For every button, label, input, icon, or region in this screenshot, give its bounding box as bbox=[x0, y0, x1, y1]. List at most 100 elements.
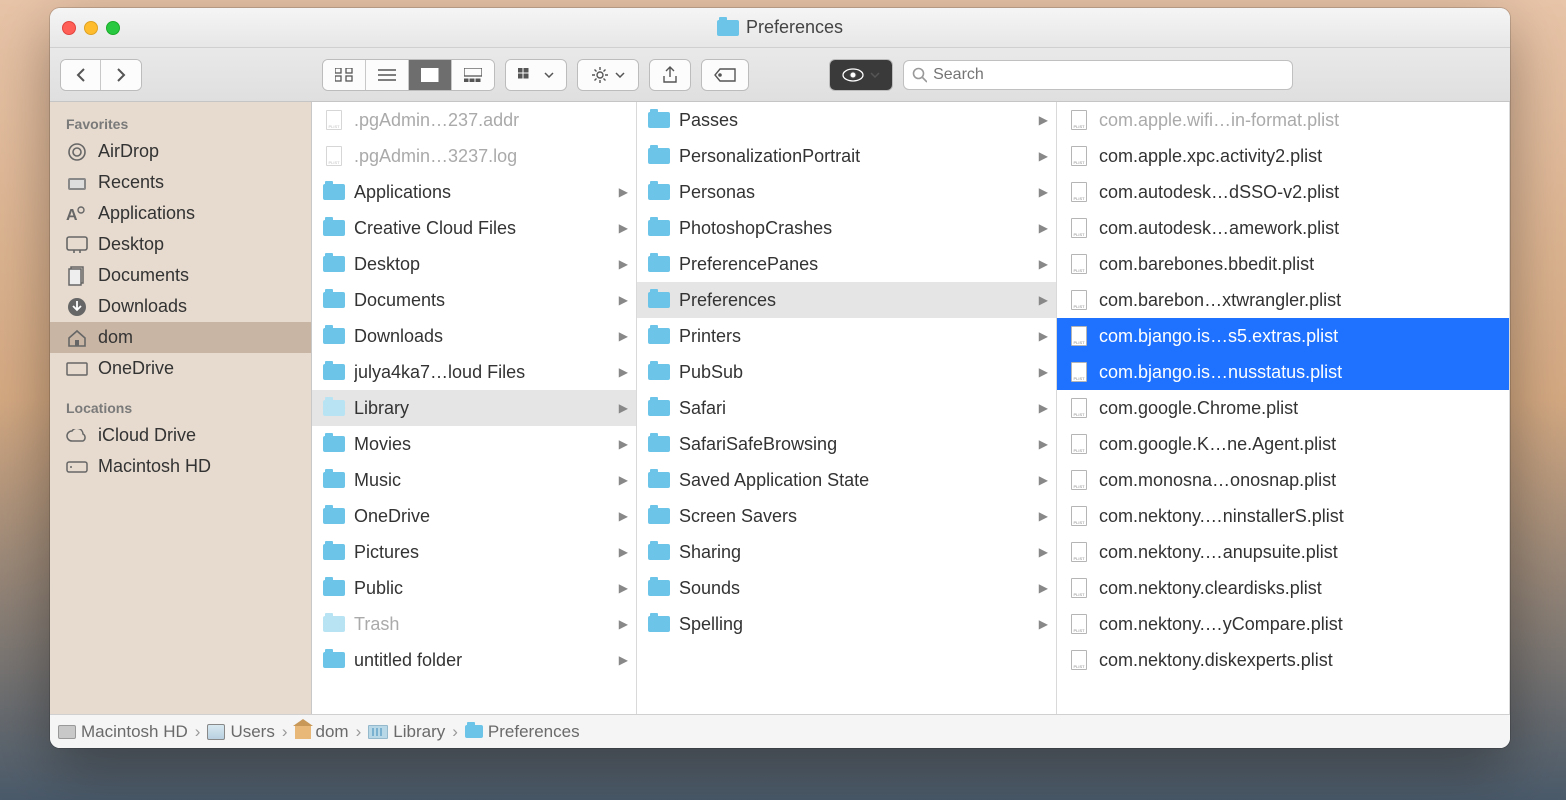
list-item[interactable]: com.google.K…ne.Agent.plist bbox=[1057, 426, 1509, 462]
sidebar-item-documents[interactable]: Documents bbox=[50, 260, 311, 291]
list-item[interactable]: com.nektony.…anupsuite.plist bbox=[1057, 534, 1509, 570]
list-item[interactable]: Spelling▶ bbox=[637, 606, 1056, 642]
plist-icon bbox=[1071, 578, 1087, 598]
sidebar-item-desktop[interactable]: Desktop bbox=[50, 229, 311, 260]
item-label: com.bjango.is…nusstatus.plist bbox=[1099, 362, 1342, 383]
library-icon bbox=[368, 725, 388, 739]
sidebar-item-recents[interactable]: Recents bbox=[50, 167, 311, 198]
list-item[interactable]: Trash▶ bbox=[312, 606, 636, 642]
list-item[interactable]: com.monosna…onosnap.plist bbox=[1057, 462, 1509, 498]
plist-icon bbox=[1071, 362, 1087, 382]
close-button[interactable] bbox=[62, 21, 76, 35]
sidebar-item-airdrop[interactable]: AirDrop bbox=[50, 136, 311, 167]
forward-button[interactable] bbox=[101, 60, 141, 90]
list-item[interactable]: .pgAdmin…3237.log bbox=[312, 138, 636, 174]
gallery-view-button[interactable] bbox=[452, 60, 494, 90]
list-item[interactable]: Pictures▶ bbox=[312, 534, 636, 570]
list-item[interactable]: com.nektony.cleardisks.plist bbox=[1057, 570, 1509, 606]
chevron-right-icon: ▶ bbox=[1039, 509, 1048, 523]
list-item[interactable]: Creative Cloud Files▶ bbox=[312, 210, 636, 246]
list-item[interactable]: SafariSafeBrowsing▶ bbox=[637, 426, 1056, 462]
fullscreen-button[interactable] bbox=[106, 21, 120, 35]
path-segment[interactable]: Library bbox=[368, 722, 445, 742]
search-input[interactable] bbox=[933, 66, 1284, 84]
list-item[interactable]: Movies▶ bbox=[312, 426, 636, 462]
folder-icon bbox=[323, 292, 345, 308]
path-segment[interactable]: dom bbox=[295, 722, 349, 742]
list-item[interactable]: PersonalizationPortrait▶ bbox=[637, 138, 1056, 174]
list-item[interactable]: Documents▶ bbox=[312, 282, 636, 318]
item-label: untitled folder bbox=[354, 650, 462, 671]
sidebar-item-label: AirDrop bbox=[98, 141, 159, 162]
list-item[interactable]: com.barebon…xtwrangler.plist bbox=[1057, 282, 1509, 318]
list-item[interactable]: com.autodesk…dSSO-v2.plist bbox=[1057, 174, 1509, 210]
list-item[interactable]: Music▶ bbox=[312, 462, 636, 498]
window-controls bbox=[62, 21, 120, 35]
plist-icon bbox=[1071, 254, 1087, 274]
minimize-button[interactable] bbox=[84, 21, 98, 35]
list-item[interactable]: PhotoshopCrashes▶ bbox=[637, 210, 1056, 246]
back-button[interactable] bbox=[61, 60, 101, 90]
icon-view-button[interactable] bbox=[323, 60, 366, 90]
sidebar-item-icloud[interactable]: iCloud Drive bbox=[50, 420, 311, 451]
item-label: com.apple.xpc.activity2.plist bbox=[1099, 146, 1322, 167]
list-item[interactable]: PreferencePanes▶ bbox=[637, 246, 1056, 282]
plist-icon bbox=[1071, 470, 1087, 490]
list-item[interactable]: Downloads▶ bbox=[312, 318, 636, 354]
list-item[interactable]: com.bjango.is…s5.extras.plist bbox=[1057, 318, 1509, 354]
list-item[interactable]: Sounds▶ bbox=[637, 570, 1056, 606]
list-item[interactable]: Saved Application State▶ bbox=[637, 462, 1056, 498]
list-item[interactable]: Printers▶ bbox=[637, 318, 1056, 354]
list-item[interactable]: PubSub▶ bbox=[637, 354, 1056, 390]
sidebar-item-applications[interactable]: AApplications bbox=[50, 198, 311, 229]
list-item[interactable]: com.barebones.bbedit.plist bbox=[1057, 246, 1509, 282]
action-button[interactable] bbox=[577, 59, 639, 91]
list-item[interactable]: Preferences▶ bbox=[637, 282, 1056, 318]
sidebar-item-macintosh-hd[interactable]: Macintosh HD bbox=[50, 451, 311, 482]
group-by-button[interactable] bbox=[505, 59, 567, 91]
list-item[interactable]: Desktop▶ bbox=[312, 246, 636, 282]
list-item[interactable]: Safari▶ bbox=[637, 390, 1056, 426]
list-item[interactable]: com.nektony.…yCompare.plist bbox=[1057, 606, 1509, 642]
sidebar-item-downloads[interactable]: Downloads bbox=[50, 291, 311, 322]
path-segment[interactable]: Users bbox=[207, 722, 274, 742]
chevron-right-icon: › bbox=[195, 722, 201, 742]
folder-icon bbox=[323, 508, 345, 524]
list-view-button[interactable] bbox=[366, 60, 409, 90]
list-item[interactable]: julya4ka7…loud Files▶ bbox=[312, 354, 636, 390]
sidebar-item-dom[interactable]: dom bbox=[50, 322, 311, 353]
list-item[interactable]: Library▶ bbox=[312, 390, 636, 426]
path-segment[interactable]: Preferences bbox=[465, 722, 580, 742]
list-item[interactable]: Sharing▶ bbox=[637, 534, 1056, 570]
sidebar-item-onedrive[interactable]: OneDrive bbox=[50, 353, 311, 384]
list-item[interactable]: com.nektony.diskexperts.plist bbox=[1057, 642, 1509, 678]
list-item[interactable]: com.nektony.…ninstallerS.plist bbox=[1057, 498, 1509, 534]
folder-icon bbox=[648, 472, 670, 488]
sidebar: Favorites AirDropRecentsAApplicationsDes… bbox=[50, 102, 312, 714]
list-item[interactable]: com.apple.xpc.activity2.plist bbox=[1057, 138, 1509, 174]
list-item[interactable]: Passes▶ bbox=[637, 102, 1056, 138]
list-item[interactable]: com.autodesk…amework.plist bbox=[1057, 210, 1509, 246]
item-label: .pgAdmin…3237.log bbox=[354, 146, 517, 167]
column-view-button[interactable] bbox=[409, 60, 452, 90]
list-item[interactable]: untitled folder▶ bbox=[312, 642, 636, 678]
chevron-right-icon: ▶ bbox=[1039, 401, 1048, 415]
share-button[interactable] bbox=[649, 59, 691, 91]
list-item[interactable]: Applications▶ bbox=[312, 174, 636, 210]
item-label: Saved Application State bbox=[679, 470, 869, 491]
applications-icon: A bbox=[66, 204, 88, 224]
list-item[interactable]: OneDrive▶ bbox=[312, 498, 636, 534]
search-field[interactable] bbox=[903, 60, 1293, 90]
path-segment[interactable]: Macintosh HD bbox=[58, 722, 188, 742]
tags-button[interactable] bbox=[701, 59, 749, 91]
list-item[interactable]: Personas▶ bbox=[637, 174, 1056, 210]
list-item[interactable]: com.google.Chrome.plist bbox=[1057, 390, 1509, 426]
list-item[interactable]: .pgAdmin…237.addr bbox=[312, 102, 636, 138]
dom-icon bbox=[66, 328, 88, 348]
list-item[interactable]: Screen Savers▶ bbox=[637, 498, 1056, 534]
list-item[interactable]: com.bjango.is…nusstatus.plist bbox=[1057, 354, 1509, 390]
list-item[interactable]: com.apple.wifi…in-format.plist bbox=[1057, 102, 1509, 138]
list-item[interactable]: Public▶ bbox=[312, 570, 636, 606]
quick-look-button[interactable] bbox=[829, 59, 893, 91]
chevron-right-icon: ▶ bbox=[619, 509, 628, 523]
